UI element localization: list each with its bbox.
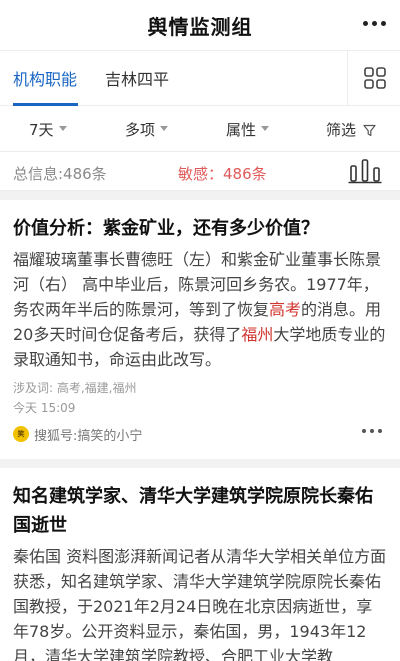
article-card[interactable]: 知名建筑学家、清华大学建筑学院原院长秦佑国逝世 秦佑国 资料图澎湃新闻记者从清华… bbox=[0, 468, 400, 661]
grid-icon bbox=[364, 67, 386, 89]
keyword-highlight: 福州 bbox=[241, 325, 274, 344]
screen-filter-label: 筛选 bbox=[326, 121, 357, 139]
article-card[interactable]: 价值分析：紫金矿业，还有多少价值？ 福耀玻璃董事长曹德旺（左）和紫金矿业董事长陈… bbox=[0, 200, 400, 459]
page-title: 舆情监测组 bbox=[147, 15, 253, 39]
bar-chart-icon[interactable] bbox=[348, 158, 382, 184]
caret-down-icon bbox=[261, 126, 270, 131]
filter-bar: 7天 多项 属性 筛选 bbox=[0, 106, 400, 152]
app-header: 舆情监测组 bbox=[0, 0, 400, 50]
tab-institution-functions[interactable]: 机构职能 bbox=[13, 66, 77, 90]
more-options-icon[interactable] bbox=[362, 429, 382, 433]
caret-down-icon bbox=[58, 126, 67, 131]
grid-menu-button[interactable] bbox=[347, 51, 400, 105]
total-count: 总信息:486条 bbox=[13, 165, 107, 183]
article-keywords: 涉及词: 高考,福建,福州 bbox=[13, 381, 137, 395]
sensitive-count: 敏感：486条 bbox=[178, 165, 267, 183]
source-name: 搜狐号:搞笑的小宁 bbox=[34, 428, 143, 444]
article-source: 笑 搜狐号:搞笑的小宁 bbox=[13, 422, 387, 446]
time-filter[interactable]: 7天 bbox=[29, 119, 67, 140]
stats-bar: 总信息:486条 敏感：486条 bbox=[0, 152, 400, 191]
article-title: 价值分析：紫金矿业，还有多少价值？ bbox=[13, 218, 319, 239]
items-filter-label: 多项 bbox=[125, 121, 156, 139]
article-title: 知名建筑学家、清华大学建筑学院原院长秦佑国逝世 bbox=[13, 486, 373, 536]
more-horizontal-icon[interactable] bbox=[363, 21, 386, 26]
time-filter-label: 7天 bbox=[29, 121, 54, 139]
section-gap bbox=[0, 459, 400, 468]
tab-jilin-siping[interactable]: 吉林四平 bbox=[105, 66, 169, 90]
tab-bar: 机构职能 吉林四平 bbox=[0, 50, 400, 106]
screen-filter[interactable]: 筛选 bbox=[326, 119, 376, 140]
keyword-highlight: 高考 bbox=[269, 300, 302, 319]
items-filter[interactable]: 多项 bbox=[125, 119, 169, 140]
section-gap bbox=[0, 191, 400, 200]
article-time: 今天 15:09 bbox=[13, 401, 76, 415]
attribute-filter-label: 属性 bbox=[226, 121, 257, 139]
attribute-filter[interactable]: 属性 bbox=[226, 119, 270, 140]
filter-funnel-icon bbox=[363, 124, 376, 137]
caret-down-icon bbox=[160, 126, 169, 131]
source-avatar-icon: 笑 bbox=[13, 426, 29, 442]
article-summary: 秦佑国 资料图澎湃新闻记者从清华大学相关单位方面获悉，知名建筑学家、清华大学建筑… bbox=[13, 547, 387, 661]
article-summary: 福耀玻璃董事长曹德旺（左）和紫金矿业董事长陈景河（右） 高中毕业后，陈景河回乡务… bbox=[13, 250, 386, 369]
